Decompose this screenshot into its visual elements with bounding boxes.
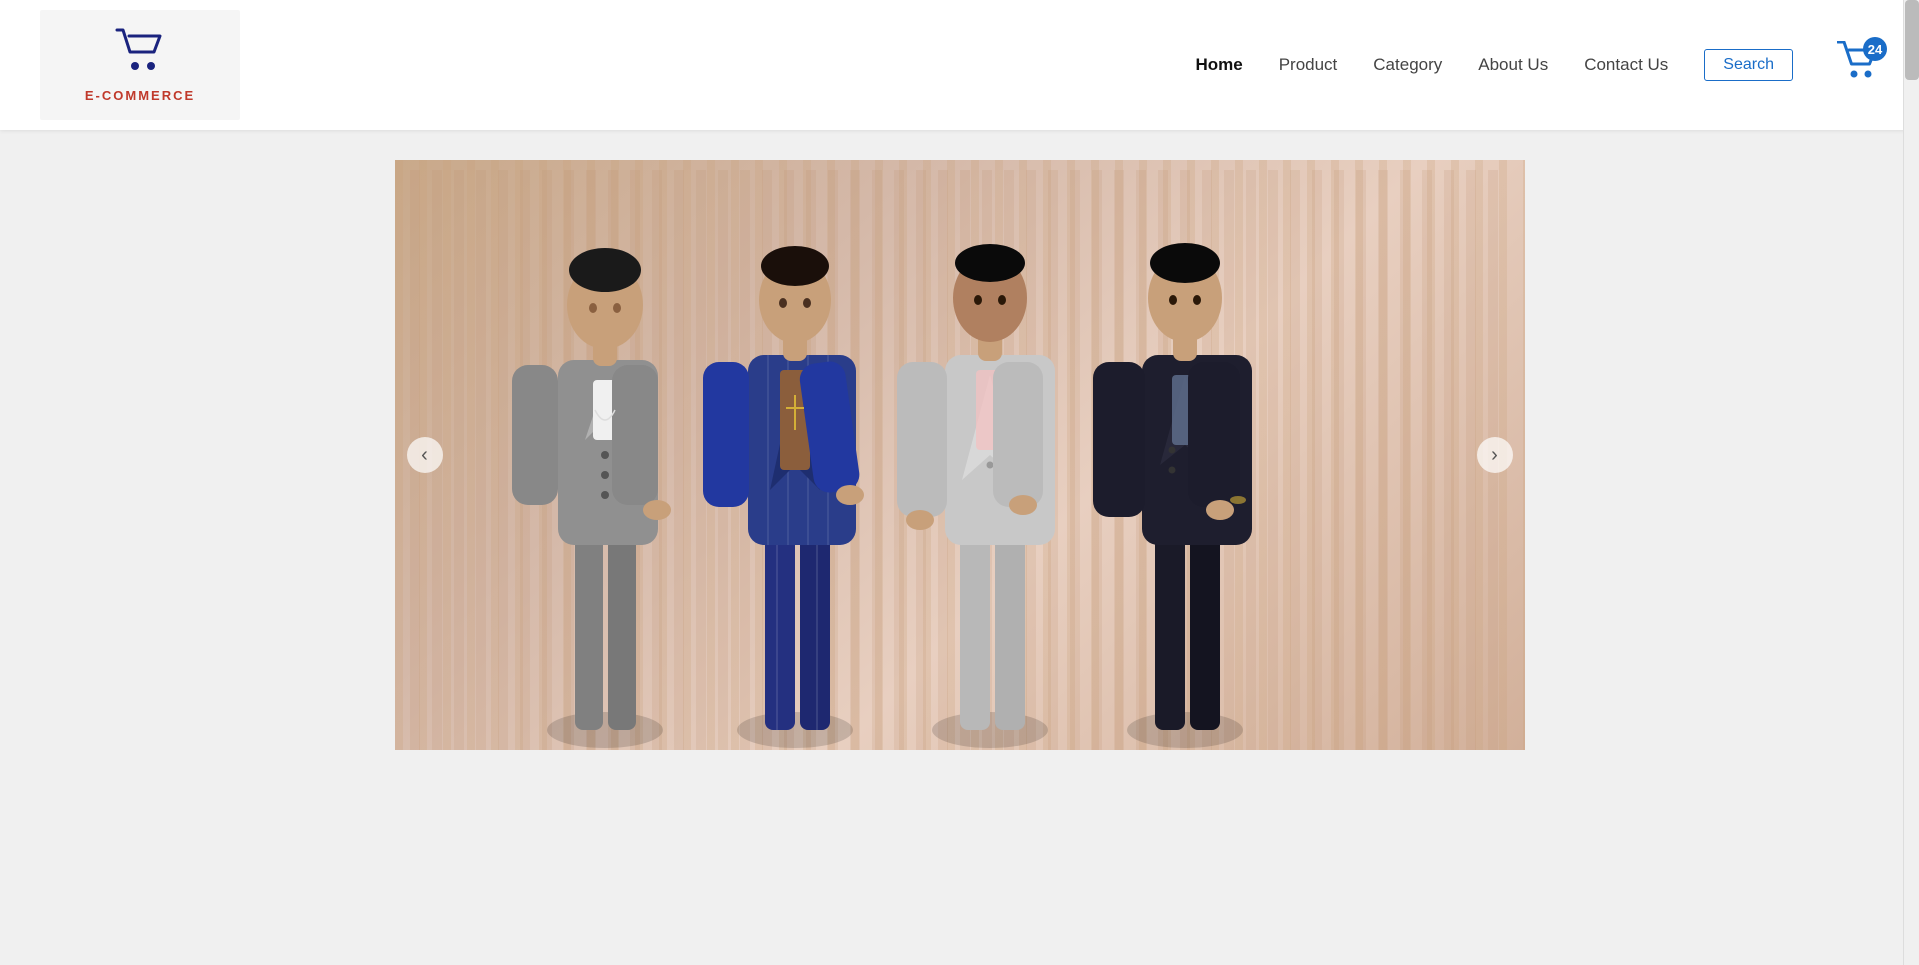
hero-background	[395, 160, 1525, 750]
carousel-prev-button[interactable]: ‹	[407, 437, 443, 473]
logo[interactable]: E-COMMERCE	[40, 10, 240, 120]
models-svg	[410, 170, 1510, 750]
cart-logo-icon	[115, 28, 165, 82]
chevron-left-icon: ‹	[421, 444, 428, 467]
cart-badge: 24	[1863, 37, 1887, 61]
carousel-next-button[interactable]: ›	[1477, 437, 1513, 473]
main-nav: Home Product Category About Us Contact U…	[1195, 41, 1879, 89]
scrollbar-track	[1903, 0, 1919, 965]
hero-section: ‹ ›	[395, 160, 1525, 750]
nav-item-home[interactable]: Home	[1195, 55, 1242, 75]
nav-item-category[interactable]: Category	[1373, 55, 1442, 75]
hero-models	[395, 160, 1525, 750]
header: E-COMMERCE Home Product Category About U…	[0, 0, 1919, 130]
nav-item-contact[interactable]: Contact Us	[1584, 55, 1668, 75]
nav-item-product[interactable]: Product	[1279, 55, 1338, 75]
scrollbar-thumb[interactable]	[1905, 0, 1919, 80]
chevron-right-icon: ›	[1491, 444, 1498, 467]
search-button[interactable]: Search	[1704, 49, 1793, 81]
cart-area[interactable]: 24	[1837, 41, 1879, 89]
logo-text: E-COMMERCE	[85, 88, 195, 103]
nav-item-about[interactable]: About Us	[1478, 55, 1548, 75]
